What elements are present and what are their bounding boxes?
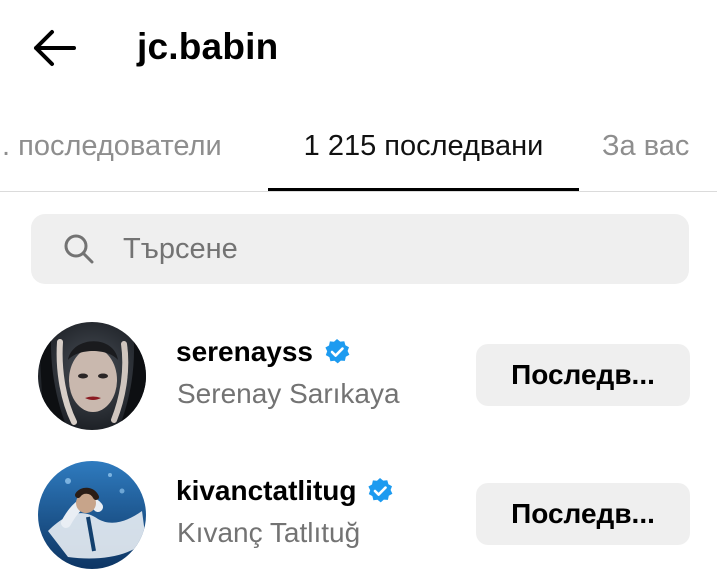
username: kivanctatlitug bbox=[176, 475, 357, 506]
search-input[interactable] bbox=[123, 214, 663, 284]
username: serenayss bbox=[176, 336, 314, 367]
tab-for-you[interactable]: За вас bbox=[602, 100, 717, 192]
verified-badge-icon bbox=[368, 478, 393, 503]
page-title: jc.babin bbox=[137, 26, 279, 67]
tabs-divider bbox=[0, 191, 717, 192]
tab-following[interactable]: 1 215 последвани bbox=[268, 100, 579, 192]
avatar[interactable] bbox=[38, 322, 146, 430]
username-link[interactable]: serenayss bbox=[176, 332, 351, 372]
tab-bar: . последователи 1 215 последвани За вас bbox=[0, 100, 717, 192]
user-row: serenayss Serenay Sarıkaya Последв... bbox=[0, 322, 717, 442]
username-link[interactable]: kivanctatlitug bbox=[176, 471, 394, 511]
following-button[interactable]: Последв... bbox=[476, 483, 690, 545]
back-button[interactable] bbox=[26, 22, 82, 74]
user-row: kivanctatlitug Kıvanç Tatlıtuğ Последв..… bbox=[0, 461, 717, 581]
full-name: Kıvanç Tatlıtuğ bbox=[177, 517, 361, 548]
tab-followers[interactable]: . последователи bbox=[0, 100, 268, 192]
search-bar[interactable] bbox=[31, 214, 689, 284]
arrow-left-icon bbox=[34, 30, 76, 66]
avatar[interactable] bbox=[38, 461, 146, 569]
following-screen: jc.babin . последователи 1 215 последван… bbox=[0, 0, 717, 587]
verified-badge-icon bbox=[325, 339, 350, 364]
full-name: Serenay Sarıkaya bbox=[177, 378, 400, 409]
search-icon bbox=[64, 234, 94, 264]
following-button[interactable]: Последв... bbox=[476, 344, 690, 406]
